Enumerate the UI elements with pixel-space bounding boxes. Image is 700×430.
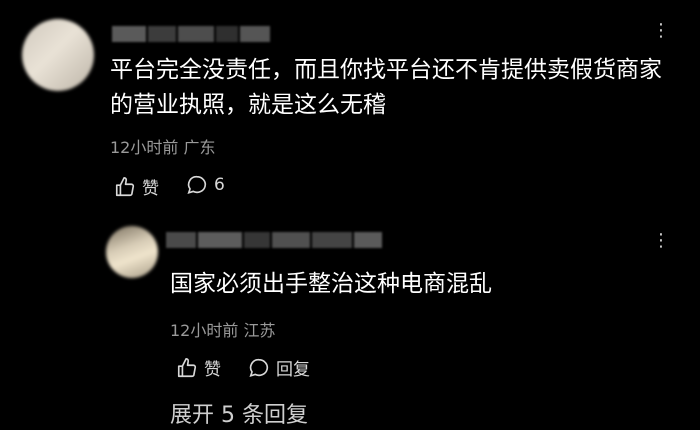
reply-like-button[interactable]: 赞 [176, 355, 221, 380]
reply-count: 6 [214, 175, 225, 195]
like-button[interactable]: 赞 [114, 174, 159, 199]
comment-bubble-icon [187, 175, 207, 195]
reply-button[interactable]: 回复 [248, 355, 310, 380]
comment-bubble-icon [249, 358, 269, 377]
reply-count-button[interactable]: 6 [186, 174, 225, 196]
reply-label: 回复 [276, 360, 310, 380]
reply-meta: 12小时前 江苏 [170, 321, 276, 340]
thumbs-up-icon [115, 176, 135, 196]
reply-text: 国家必须出手整治这种电商混乱 [170, 271, 492, 297]
username-masked[interactable] [112, 26, 270, 42]
thumbs-up-icon [177, 357, 197, 377]
reply-like-label: 赞 [204, 360, 221, 380]
reply-avatar[interactable] [106, 226, 158, 278]
like-label: 赞 [142, 179, 159, 199]
reply-more-dots-icon[interactable]: ⋮ [652, 232, 671, 250]
comment-text-line-1: 平台完全没责任，而且你找平台还不肯提供卖假货商家 [110, 57, 662, 83]
more-dots-icon[interactable]: ⋮ [652, 22, 671, 40]
comment-text-line-2: 的营业执照，就是这么无稽 [110, 92, 386, 118]
reply-username-masked[interactable] [166, 232, 382, 248]
avatar[interactable] [22, 19, 94, 91]
comment-meta: 12小时前 广东 [110, 138, 216, 157]
comment-text: 平台完全没责任，而且你找平台还不肯提供卖假货商家 的营业执照，就是这么无稽 [110, 53, 690, 123]
expand-replies-link[interactable]: 展开 5 条回复 [170, 402, 308, 430]
